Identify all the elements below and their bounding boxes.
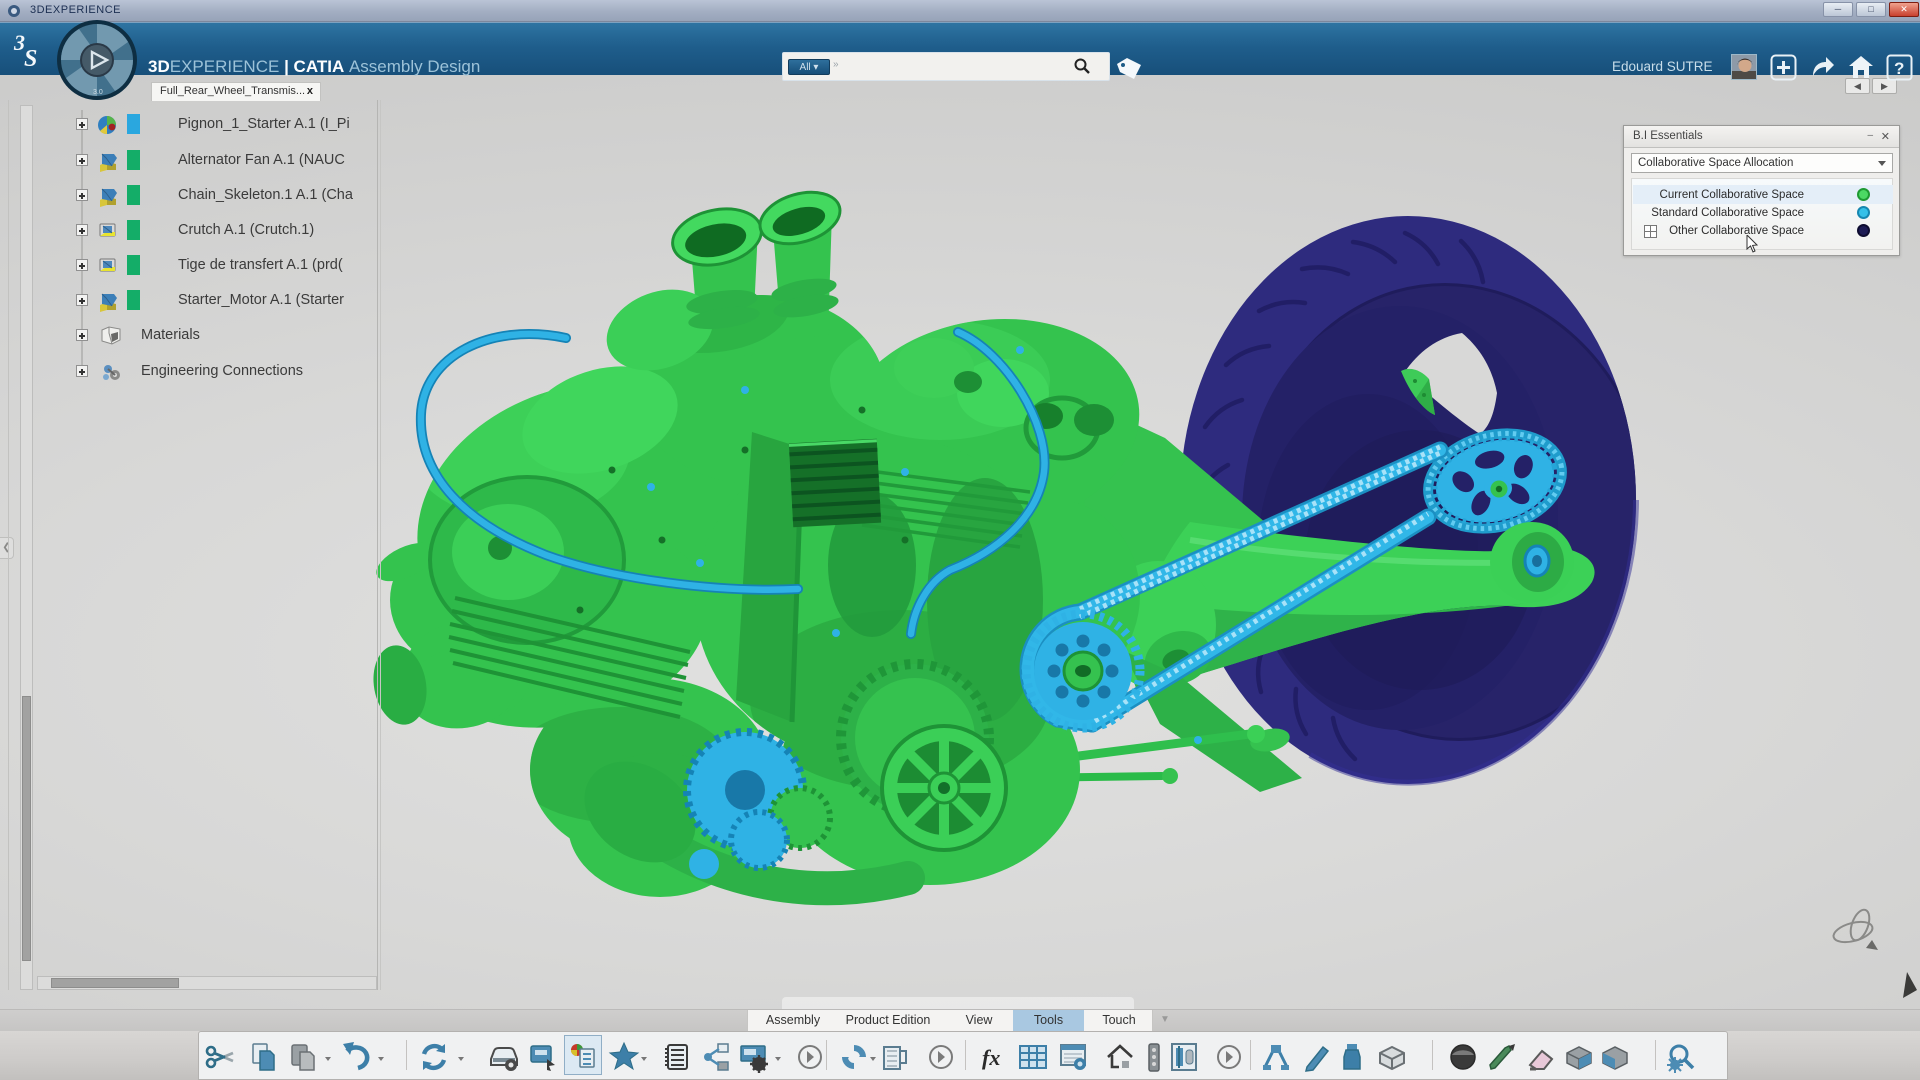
svg-text:S: S	[24, 46, 37, 72]
svg-text:?: ?	[1894, 59, 1904, 78]
svg-text:fx: fx	[982, 1045, 1000, 1070]
svg-text:3.0: 3.0	[93, 89, 103, 96]
